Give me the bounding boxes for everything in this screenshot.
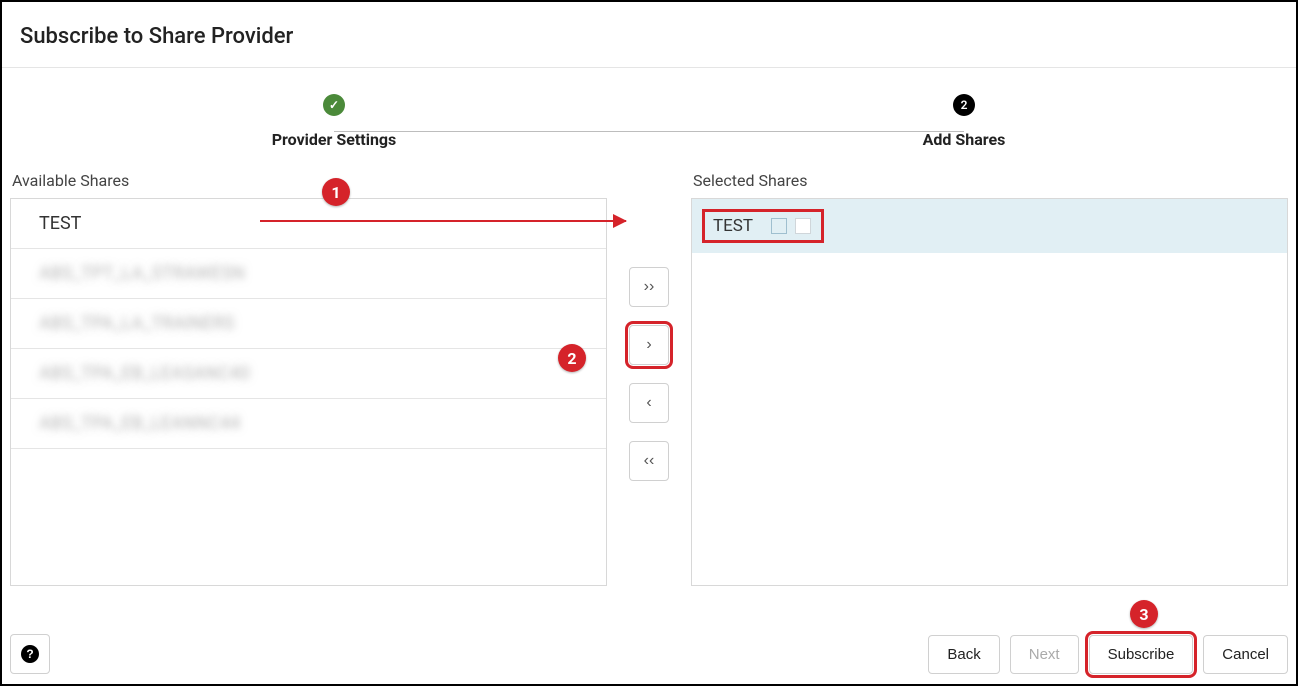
available-shares-label: Available Shares [10, 171, 607, 190]
list-item[interactable]: ABS_TPA_EB_LEASANC40 [11, 349, 606, 399]
move-one-left-button[interactable]: ‹ [629, 383, 669, 423]
selected-tag[interactable]: TEST [702, 209, 824, 243]
annotation-arrow [260, 220, 626, 222]
page-title: Subscribe to Share Provider [20, 24, 1278, 49]
double-chevron-right-icon: ›› [644, 278, 655, 296]
subscribe-button[interactable]: Subscribe [1089, 635, 1194, 674]
list-item[interactable]: ABS_TPA_LA_TRAINERS [11, 299, 606, 349]
chevron-right-icon: › [646, 336, 651, 354]
move-one-right-button[interactable]: › [629, 325, 669, 365]
step-add-shares[interactable]: 2 Add Shares [889, 94, 1039, 149]
dialog-header: Subscribe to Share Provider [2, 2, 1296, 68]
move-all-left-button[interactable]: ‹‹ [629, 441, 669, 481]
available-shares-list[interactable]: TEST ABS_TPT_LA_STRAWESN ABS_TPA_LA_TRAI… [10, 198, 607, 586]
selected-tag-label: TEST [713, 216, 753, 236]
step-label: Provider Settings [272, 130, 397, 149]
check-icon: ✓ [323, 94, 345, 116]
footer-buttons: Back Next Subscribe Cancel [928, 635, 1288, 674]
move-buttons-column: ›› › ‹ ‹‹ [625, 171, 673, 481]
list-item[interactable]: ABS_TPT_LA_STRAWESN [11, 249, 606, 299]
selected-shares-label: Selected Shares [691, 171, 1288, 190]
annotation-marker-3: 3 [1130, 600, 1158, 628]
stepper-line [334, 131, 964, 132]
move-all-right-button[interactable]: ›› [629, 267, 669, 307]
selected-shares-list[interactable]: TEST [691, 198, 1288, 586]
tag-box-icon [771, 218, 787, 234]
annotation-marker-1: 1 [322, 178, 350, 206]
transfer-lists: Available Shares TEST ABS_TPT_LA_STRAWES… [2, 157, 1296, 586]
step-number-icon: 2 [953, 94, 975, 116]
chevron-left-icon: ‹ [646, 394, 651, 412]
list-item[interactable]: TEST [11, 199, 606, 249]
available-column: Available Shares TEST ABS_TPT_LA_STRAWES… [10, 171, 607, 586]
next-button: Next [1010, 635, 1079, 674]
annotation-marker-2: 2 [558, 344, 586, 372]
step-provider-settings[interactable]: ✓ Provider Settings [259, 94, 409, 149]
double-chevron-left-icon: ‹‹ [644, 452, 655, 470]
cancel-button[interactable]: Cancel [1203, 635, 1288, 674]
list-item[interactable]: ABS_TPA_EB_LEANNC44 [11, 399, 606, 449]
stepper: ✓ Provider Settings 2 Add Shares [2, 68, 1296, 157]
selected-column: Selected Shares TEST [691, 171, 1288, 586]
tag-box-icon [795, 218, 811, 234]
help-button[interactable]: ? [10, 634, 50, 674]
dialog-footer: ? Back Next Subscribe Cancel [10, 634, 1288, 674]
step-label: Add Shares [923, 130, 1006, 149]
help-icon: ? [21, 645, 39, 663]
selected-row: TEST [692, 199, 1287, 253]
back-button[interactable]: Back [928, 635, 999, 674]
